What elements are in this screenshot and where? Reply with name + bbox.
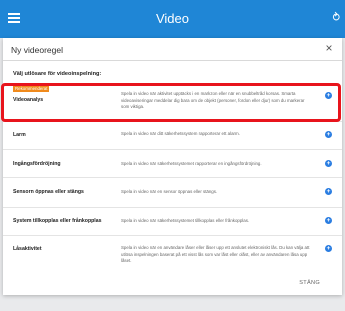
trigger-description: Spela in video när ditt säkerhetssystem …: [121, 131, 240, 136]
add-icon[interactable]: +: [325, 217, 332, 224]
trigger-description: Spela in video när en användare låser el…: [121, 245, 310, 264]
add-icon[interactable]: +: [325, 131, 332, 138]
add-icon[interactable]: +: [325, 245, 332, 252]
trigger-name: Ingångsfördröjning: [13, 161, 61, 167]
trigger-row-arm-disarm[interactable]: System tillkopplas eller frånkopplas Spe…: [3, 207, 342, 236]
add-icon[interactable]: +: [325, 160, 332, 167]
trigger-description: Spela in video när säkerhetssystemet rap…: [121, 161, 262, 166]
close-icon[interactable]: ×: [322, 41, 336, 55]
trigger-name: Sensorn öppnas eller stängs: [13, 189, 84, 195]
trigger-row-alarm[interactable]: Larm Spela in video när ditt säkerhetssy…: [3, 121, 342, 150]
dialog-title: Ny videoregel: [11, 45, 63, 55]
trigger-row-lock-activity[interactable]: Låsaktivitet Spela in video när en använ…: [3, 235, 342, 275]
refresh-icon[interactable]: ⥁: [332, 11, 340, 24]
add-icon[interactable]: +: [325, 188, 332, 195]
app-bar: Video ⥁: [0, 0, 345, 38]
trigger-row-entry-delay[interactable]: Ingångsfördröjning Spela in video när sä…: [3, 149, 342, 178]
trigger-description: Spela in video när säkerhetssystemet til…: [121, 218, 250, 223]
trigger-name: Låsaktivitet: [13, 246, 42, 252]
dialog-header: Ny videoregel ×: [3, 38, 342, 61]
highlight-box: [1, 83, 341, 122]
trigger-name: Larm: [13, 132, 26, 138]
app-title: Video: [155, 11, 189, 26]
close-button[interactable]: STÄNG: [299, 280, 320, 286]
trigger-name: System tillkopplas eller frånkopplas: [13, 218, 102, 224]
trigger-row-sensor[interactable]: Sensorn öppnas eller stängs Spela in vid…: [3, 177, 342, 208]
new-video-rule-dialog: Ny videoregel × Välj utlösare för videoi…: [3, 38, 342, 295]
trigger-description: Spela in video när en sensor öppnas elle…: [121, 189, 218, 194]
section-label: Välj utlösare för videoinspelning:: [13, 71, 102, 77]
